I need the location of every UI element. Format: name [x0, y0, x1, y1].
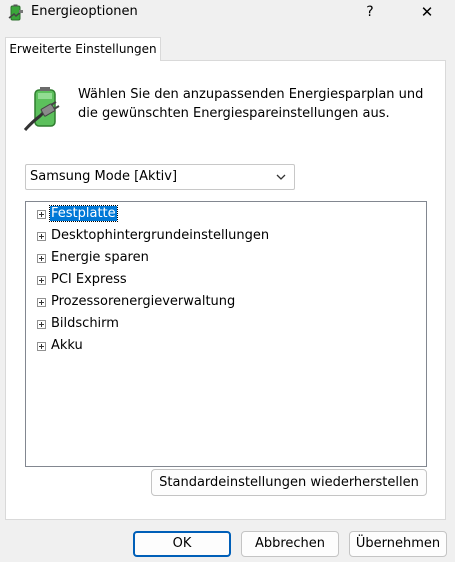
tree-item[interactable]: Energie sparen: [34, 249, 414, 269]
expand-icon[interactable]: [37, 254, 46, 263]
chevron-down-icon: [276, 174, 286, 180]
tree-item-label: Energie sparen: [51, 250, 149, 265]
expand-icon[interactable]: [37, 298, 46, 307]
expand-icon[interactable]: [37, 276, 46, 285]
power-plan-value: Samsung Mode [Aktiv]: [30, 169, 178, 184]
tree-item-label: Festplatte: [49, 205, 118, 222]
help-button[interactable]: ?: [355, 0, 385, 26]
expand-icon[interactable]: [37, 232, 46, 241]
settings-tree[interactable]: Festplatte Desktophintergrundeinstellung…: [25, 201, 427, 467]
expand-icon[interactable]: [37, 320, 46, 329]
tree-item-label: Bildschirm: [51, 316, 119, 331]
tree-item-label: PCI Express: [51, 272, 127, 287]
tree-item[interactable]: Bildschirm: [34, 315, 414, 335]
description-text: Wählen Sie den anzupassenden Energiespar…: [78, 87, 424, 121]
ok-button[interactable]: OK: [133, 531, 231, 557]
window-title: Energieoptionen: [31, 4, 138, 19]
tree-item[interactable]: Festplatte: [34, 205, 414, 225]
tree-item-label: Prozessorenergieverwaltung: [51, 294, 236, 309]
tree-item-label: Desktophintergrundeinstellungen: [51, 228, 270, 243]
cancel-button[interactable]: Abbrechen: [241, 531, 339, 557]
tree-item[interactable]: PCI Express: [34, 271, 414, 291]
tree-item[interactable]: Prozessorenergieverwaltung: [34, 293, 414, 313]
tree-item-label: Akku: [51, 338, 83, 353]
expand-icon[interactable]: [37, 210, 46, 219]
tree-item[interactable]: Akku: [34, 337, 414, 357]
restore-defaults-button[interactable]: Standardeinstellungen wiederherstellen: [151, 469, 427, 496]
settings-panel: Wählen Sie den anzupassenden Energiespar…: [5, 60, 446, 520]
tab-advanced-settings[interactable]: Erweiterte Einstellungen: [5, 37, 161, 61]
title-bar: Energieoptionen ? ✕: [0, 0, 455, 26]
power-options-icon: [8, 4, 23, 21]
power-plan-select[interactable]: Samsung Mode [Aktiv]: [25, 164, 295, 190]
close-button[interactable]: ✕: [410, 0, 444, 26]
expand-icon[interactable]: [37, 342, 46, 351]
apply-button[interactable]: Übernehmen: [349, 531, 447, 557]
tree-item[interactable]: Desktophintergrundeinstellungen: [34, 227, 414, 247]
battery-plug-icon: [23, 87, 60, 131]
